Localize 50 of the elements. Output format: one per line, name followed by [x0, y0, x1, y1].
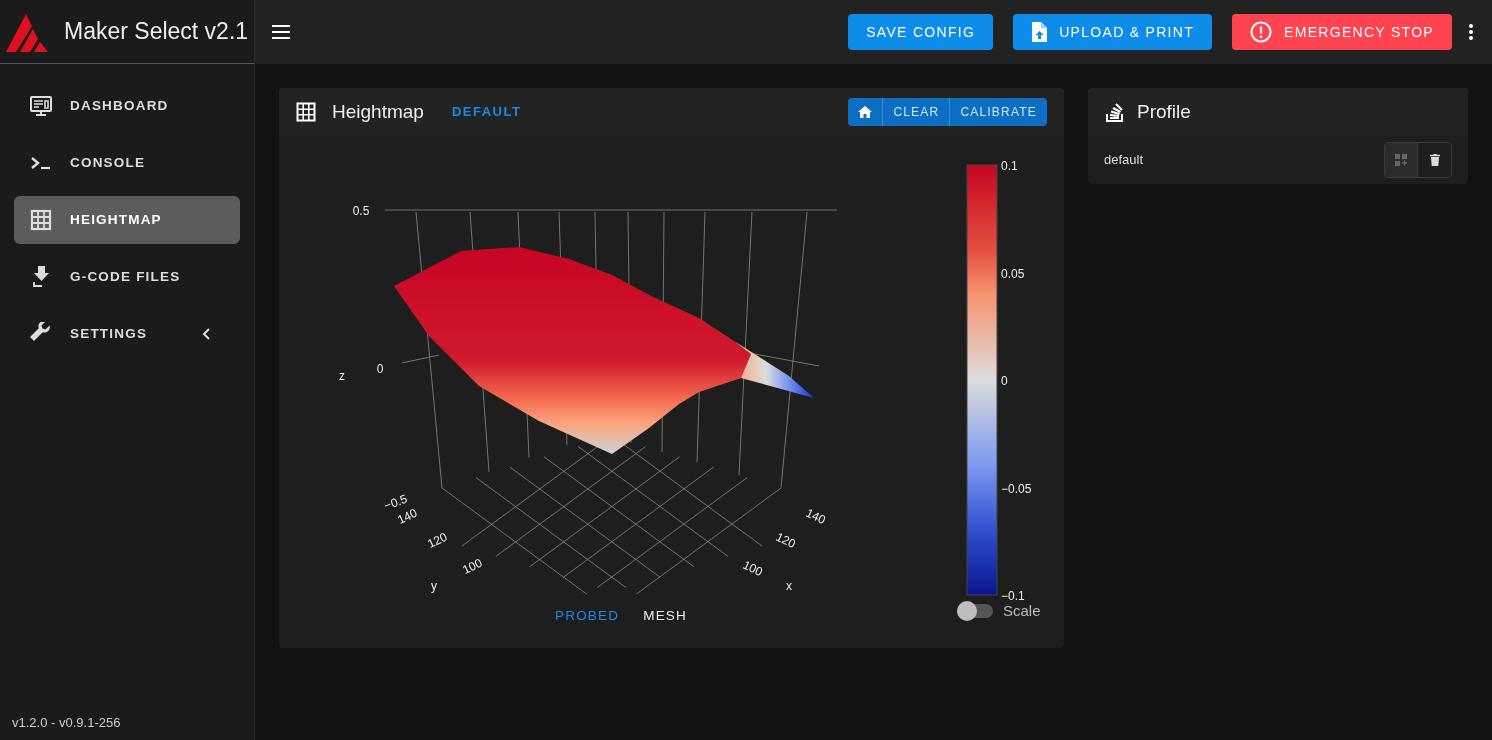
tick-label: 0.05 [1001, 266, 1025, 281]
file-upload-icon [1031, 22, 1048, 42]
more-icon[interactable] [1468, 23, 1474, 41]
monitor-icon [29, 95, 53, 117]
trash-icon [1429, 154, 1440, 166]
scale-toggle[interactable] [957, 601, 995, 622]
tick-label: −0.5 [382, 491, 410, 513]
sidebar-item[interactable]: CONSOLE [14, 139, 240, 187]
sidebar-item[interactable]: SETTINGS [14, 310, 240, 358]
download-icon [30, 265, 52, 289]
view-tab[interactable]: MESH [637, 602, 694, 630]
grid-icon [30, 209, 52, 231]
tick-label: 120 [425, 529, 450, 551]
alert-icon [1250, 21, 1273, 43]
version-text: v1.2.0 - v0.9.1-256 [11, 713, 122, 732]
tick-label: 0 [1001, 374, 1008, 388]
calibrate-button[interactable]: CALIBRATE [949, 98, 1047, 126]
toggle-label: Scale [1003, 601, 1041, 621]
home-icon [858, 106, 873, 118]
card-title: Profile [1137, 99, 1191, 124]
tick-label: 0 [376, 362, 384, 376]
tick-label: 140 [803, 505, 828, 527]
emergency-stop-button[interactable]: EMERGENCY STOP [1232, 14, 1452, 50]
view-tab[interactable]: PROBED [549, 602, 626, 630]
axis-title: x [786, 579, 792, 593]
menu-icon[interactable] [271, 25, 291, 39]
tick-label: 0.1 [1001, 159, 1018, 173]
card-title: Heightmap [332, 99, 424, 124]
grid-plus-icon [1395, 154, 1407, 166]
grid-icon [296, 102, 316, 122]
stack-icon [1105, 101, 1125, 123]
tick-label: 0.5 [352, 204, 370, 218]
axis-title: y [431, 579, 437, 593]
sidebar-item[interactable]: G-CODE FILES [14, 253, 240, 301]
tick-label: −0.1 [1001, 589, 1025, 603]
app-title: Maker Select v2.1 [64, 17, 249, 47]
tick-label: −0.05 [1001, 481, 1032, 496]
tick-label: 100 [460, 555, 485, 577]
tick-label: 100 [740, 557, 765, 579]
chevron-left-icon [202, 328, 210, 340]
profile-name: default [1104, 151, 1145, 170]
tick-label: 120 [773, 529, 798, 551]
axis-title: z [339, 369, 345, 383]
upload-print-button[interactable]: UPLOAD & PRINT [1013, 14, 1213, 50]
sidebar-item[interactable]: DASHBOARD [14, 82, 240, 130]
profile-label: DEFAULT [451, 103, 522, 122]
terminal-icon [30, 156, 52, 170]
save-config-button[interactable]: SAVE CONFIG [848, 14, 994, 50]
clear-button[interactable]: CLEAR [882, 98, 950, 126]
sidebar-item[interactable]: HEIGHTMAP [14, 196, 240, 244]
